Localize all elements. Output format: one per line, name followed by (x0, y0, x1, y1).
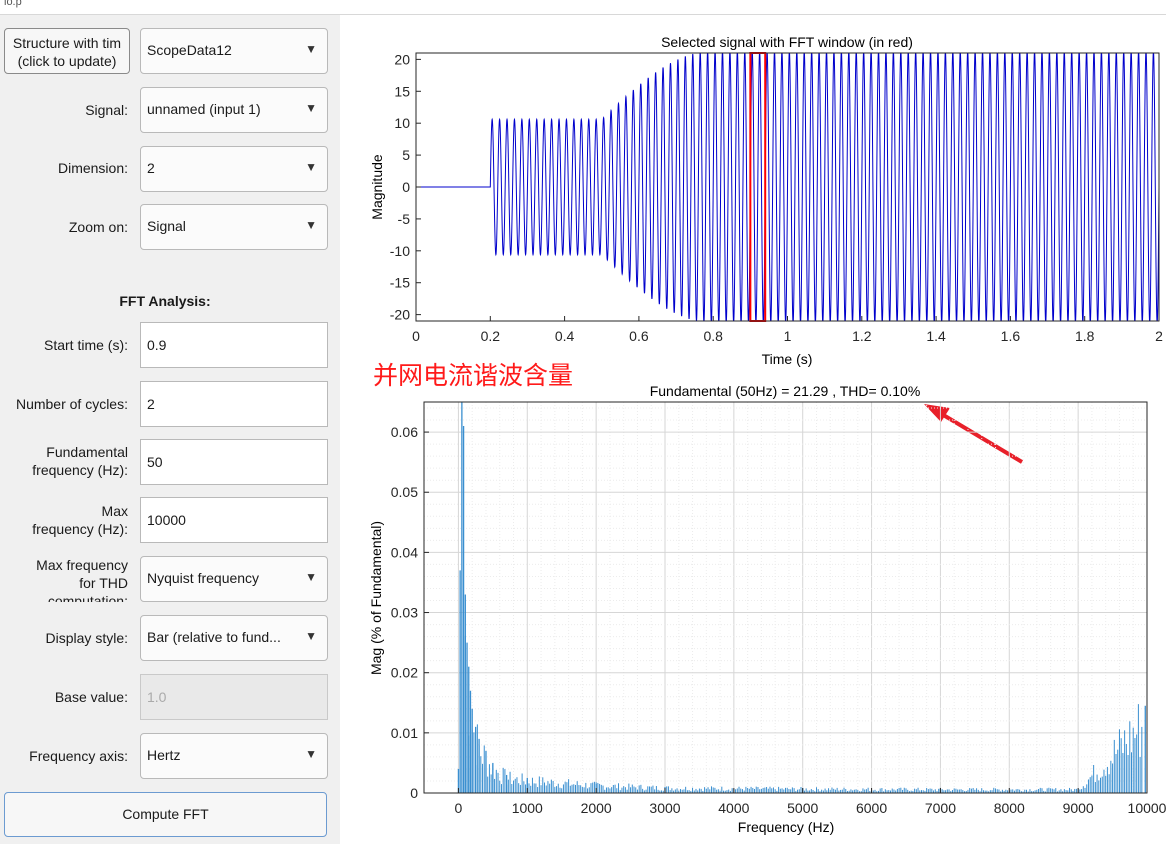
y-tick-label: 0.01 (391, 725, 418, 741)
plots-area: Selected signal with FFT window (in red)… (340, 15, 1166, 844)
fft-x-axis-label: Frequency (Hz) (738, 819, 834, 835)
signal-x-axis-label: Time (s) (762, 351, 813, 367)
x-tick-label: 10000 (1128, 800, 1166, 816)
y-tick-label: 15 (394, 83, 410, 99)
x-tick-label: 1 (784, 328, 792, 344)
y-tick-label: -20 (390, 307, 410, 323)
x-tick-label: 2 (1155, 328, 1163, 344)
x-tick-label: 1.8 (1075, 328, 1095, 344)
y-tick-label: -15 (390, 275, 410, 291)
y-tick-label: 0.06 (391, 424, 418, 440)
signal-y-axis-label: Magnitude (369, 154, 385, 220)
x-tick-label: 1.2 (852, 328, 872, 344)
y-tick-label: 0.02 (391, 665, 418, 681)
harmonic-annotation-text: 并网电流谐波含量 (373, 362, 573, 390)
x-tick-label: 5000 (787, 800, 818, 816)
x-tick-label: 9000 (1063, 800, 1094, 816)
y-tick-label: 0 (402, 179, 410, 195)
y-tick-label: 0.04 (391, 544, 418, 560)
y-tick-label: -10 (390, 243, 410, 259)
x-tick-label: 1.4 (926, 328, 946, 344)
x-tick-label: 0.6 (629, 328, 649, 344)
x-tick-label: 0.8 (703, 328, 723, 344)
x-tick-label: 0.4 (555, 328, 575, 344)
y-tick-label: 0.03 (391, 605, 418, 621)
x-tick-label: 0.2 (481, 328, 501, 344)
y-tick-label: 0 (410, 785, 418, 801)
fft-y-axis-label: Mag (% of Fundamental) (368, 521, 384, 675)
x-tick-label: 0 (455, 800, 463, 816)
x-tick-label: 7000 (925, 800, 956, 816)
y-tick-label: 20 (394, 51, 410, 67)
y-tick-label: 10 (394, 115, 410, 131)
fft-plot-title: Fundamental (50Hz) = 21.29 , THD= 0.10% (650, 383, 921, 399)
x-tick-label: 8000 (994, 800, 1025, 816)
y-tick-label: 0.05 (391, 484, 418, 500)
x-tick-label: 1000 (512, 800, 543, 816)
x-tick-label: 2000 (581, 800, 612, 816)
signal-plot-title: Selected signal with FFT window (in red) (661, 34, 913, 50)
x-tick-label: 6000 (856, 800, 887, 816)
x-tick-label: 3000 (649, 800, 680, 816)
x-tick-label: 0 (412, 328, 420, 344)
x-tick-label: 1.6 (1001, 328, 1021, 344)
y-tick-label: -5 (398, 211, 411, 227)
x-tick-label: 4000 (718, 800, 749, 816)
y-tick-label: 5 (402, 147, 410, 163)
